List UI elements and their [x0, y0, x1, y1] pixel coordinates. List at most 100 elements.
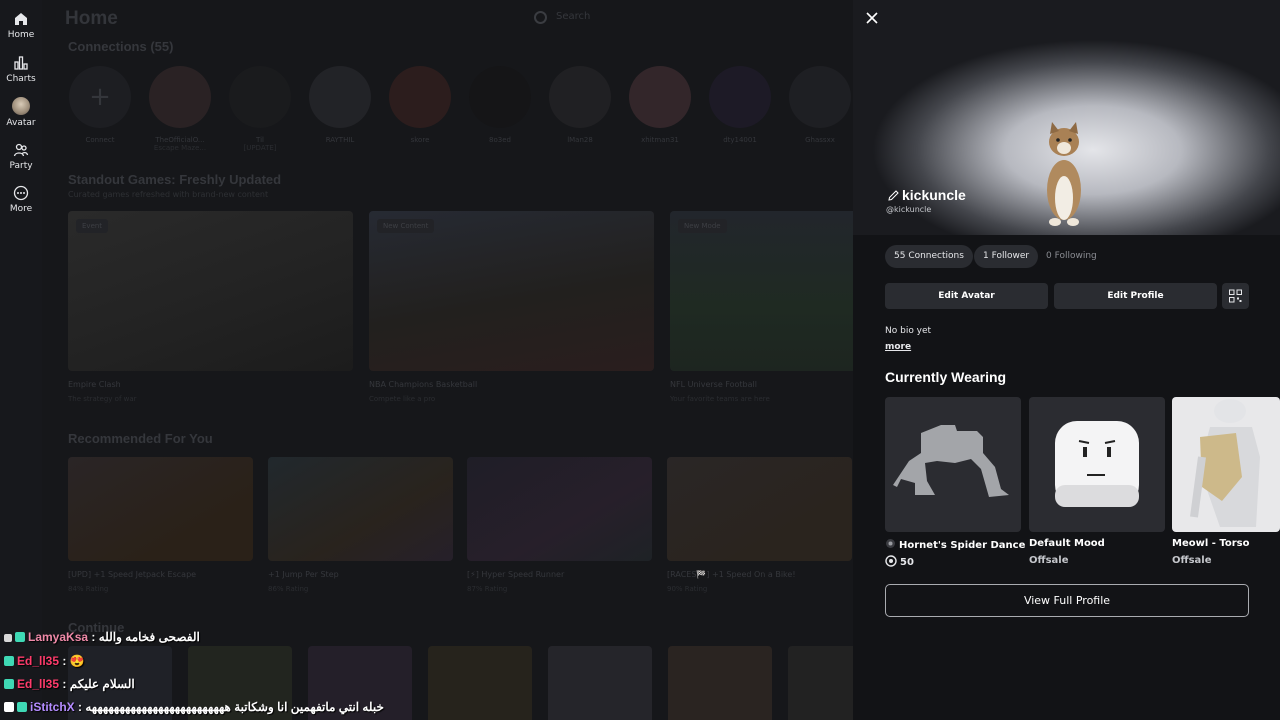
connection-avatar [789, 66, 851, 128]
connection-name: xhitman31 [641, 136, 679, 144]
bio-more-link[interactable]: more [885, 342, 911, 352]
connection-name: lMan28 [567, 136, 593, 144]
connection-name: dty14001 [723, 136, 757, 144]
chart-icon [14, 56, 28, 70]
face-thumbnail [1055, 421, 1139, 507]
currently-wearing-title: Currently Wearing [885, 369, 1007, 385]
connection-item[interactable]: lMan28 [548, 66, 612, 144]
game-title: Empire Clash [68, 380, 121, 389]
badge-icon [4, 679, 14, 689]
followers-pill[interactable]: 1 Follower [974, 245, 1039, 268]
chat-text: : السلام عليكم [62, 677, 135, 691]
game-tile[interactable] [548, 646, 652, 720]
game-tile[interactable] [668, 646, 772, 720]
chat-message: LamyaKsa : الفصحى فخامه والله [4, 630, 200, 644]
sidebar-item-party[interactable]: Party [0, 142, 42, 171]
connection-item[interactable]: skore [388, 66, 452, 144]
wearing-item-name[interactable]: Hornet's Spider Dance [885, 538, 1025, 551]
connection-avatar [709, 66, 771, 128]
game-tile[interactable] [428, 646, 532, 720]
wearing-item-card[interactable] [1172, 397, 1280, 532]
connection-name: skore [410, 136, 430, 144]
connections-pill[interactable]: 55 Connections [885, 245, 973, 268]
connection-status: [UPDATE] [243, 144, 277, 152]
sidebar-item-charts[interactable]: Charts [0, 55, 42, 84]
connection-status: Escape Maze... [153, 144, 207, 152]
game-tile[interactable]: New Mode [670, 211, 853, 371]
game-tile[interactable] [467, 457, 652, 561]
wearing-item-price: Offsale [1029, 555, 1069, 566]
sidebar-item-avatar[interactable]: Avatar [0, 97, 42, 128]
home-page: Home Search Connections (55) + Connect T… [42, 0, 853, 720]
connection-item[interactable]: 8o3ed [468, 66, 532, 144]
view-full-profile-button[interactable]: View Full Profile [885, 584, 1249, 617]
game-title: [⚡] Hyper Speed Runner [467, 570, 565, 579]
game-tile[interactable] [268, 457, 453, 561]
wearing-item-name[interactable]: Meowl - Torso [1172, 538, 1250, 549]
edit-profile-button[interactable]: Edit Profile [1054, 283, 1217, 309]
home-icon [15, 13, 27, 25]
connection-avatar [469, 66, 531, 128]
game-tile[interactable] [667, 457, 852, 561]
wearing-item-card[interactable] [1029, 397, 1165, 532]
profile-bio: No bio yet [885, 326, 932, 336]
sidebar-item-home[interactable]: Home [0, 11, 42, 40]
game-tile[interactable]: New Content [369, 211, 654, 371]
connection-item[interactable]: RAYTHIL [308, 66, 372, 144]
game-title: [UPD] +1 Speed Jetpack Escape [68, 570, 197, 579]
connection-item[interactable]: xhitman31 [628, 66, 692, 144]
connection-avatar [629, 66, 691, 128]
standout-subtitle: Curated games refreshed with brand-new c… [68, 190, 269, 199]
pencil-icon[interactable] [888, 190, 899, 201]
username-text: kickuncle [902, 187, 966, 203]
profile-username[interactable]: kickuncle [888, 187, 966, 203]
connection-avatar [149, 66, 211, 128]
game-title: [RACES🏁] +1 Speed On a Bike! [667, 570, 796, 579]
connection-name: Ghassxx [805, 136, 835, 144]
torso-thumbnail [1172, 397, 1280, 532]
party-icon [13, 143, 29, 157]
sidebar-item-more[interactable]: More [0, 185, 42, 214]
game-rating: 87% Rating [467, 585, 508, 593]
wearing-item-name[interactable]: Default Mood [1029, 538, 1105, 549]
chat-message: iStitchX : خبله انتي ماتفهمين انا وشكاتب… [4, 700, 384, 714]
connection-item[interactable]: Ghassxx [788, 66, 852, 144]
game-rating: 84% Rating [68, 585, 109, 593]
badge-icon [4, 634, 12, 642]
emote-thumbnail [893, 425, 1009, 497]
close-icon[interactable] [865, 11, 879, 25]
connect-button[interactable]: + Connect [68, 66, 132, 144]
recommended-title: Recommended For You [68, 431, 213, 446]
connection-name: RAYTHIL [325, 136, 355, 144]
plus-icon: + [89, 82, 111, 112]
qr-code-button[interactable] [1222, 283, 1249, 309]
game-title: NFL Universe Football [670, 380, 757, 389]
chat-message: Ed_ll35 : 😍 [4, 654, 85, 668]
connection-avatar [389, 66, 451, 128]
connections-title[interactable]: Connections (55) [68, 39, 173, 54]
connection-name: Connect [85, 136, 115, 144]
chat-username: LamyaKsa [28, 630, 89, 644]
following-pill[interactable]: 0 Following [1037, 245, 1106, 268]
connection-item[interactable]: dty14001 [708, 66, 772, 144]
game-tile[interactable]: Event [68, 211, 353, 371]
sidebar-item-label: Charts [6, 74, 36, 84]
robux-icon [885, 555, 897, 567]
profile-panel: kickuncle @kickuncle 55 Connections 1 Fo… [853, 0, 1280, 720]
badge-icon [4, 656, 14, 666]
search-bar[interactable]: Search [534, 9, 654, 29]
profile-hero: kickuncle @kickuncle [853, 0, 1280, 235]
connection-item[interactable]: Til [UPDATE] [228, 66, 292, 152]
game-tile[interactable] [788, 646, 853, 720]
search-placeholder: Search [556, 11, 591, 22]
page-title: Home [65, 8, 118, 29]
wearing-item-card[interactable] [885, 397, 1021, 532]
connection-avatar [229, 66, 291, 128]
game-tile[interactable] [68, 457, 253, 561]
connection-item[interactable]: TheOfficialO... Escape Maze... [148, 66, 212, 152]
chat-message: Ed_ll35 : السلام عليكم [4, 677, 135, 691]
edit-avatar-button[interactable]: Edit Avatar [885, 283, 1048, 309]
tile-badge: New Mode [678, 219, 727, 233]
sidebar-item-label: Home [7, 30, 35, 40]
app-root: Home Charts Avatar Party More Home Searc… [0, 0, 1280, 720]
